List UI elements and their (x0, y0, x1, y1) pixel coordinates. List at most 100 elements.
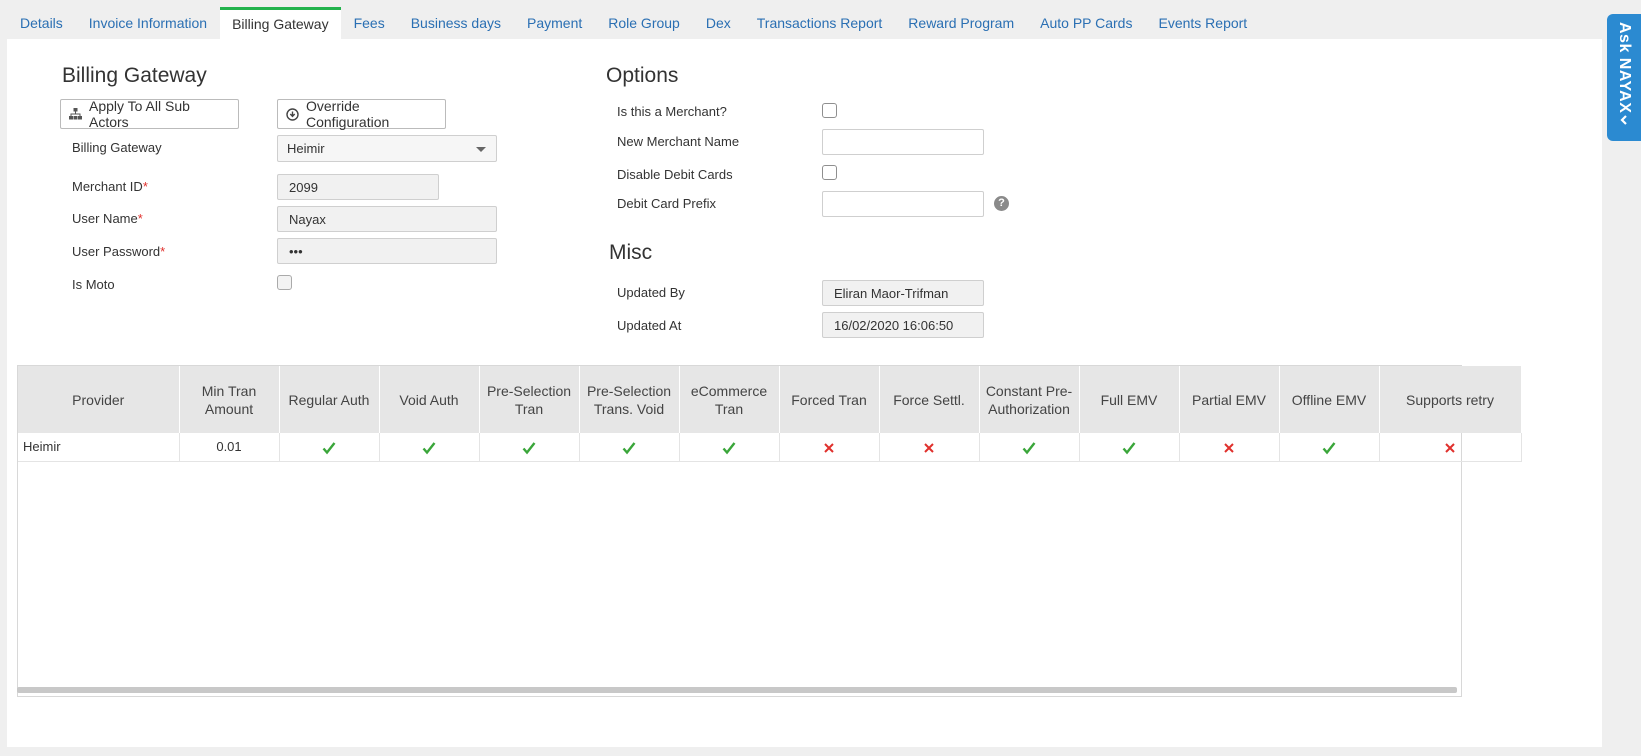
check-icon (722, 441, 736, 454)
table-header-row: Provider Min Tran Amount Regular Auth Vo… (18, 366, 1522, 433)
ask-nayax-tab[interactable]: Ask NAYAX (1607, 14, 1641, 141)
column-header-regular-auth[interactable]: Regular Auth (279, 366, 380, 433)
main-panel: Billing Gateway Apply To All Sub Actors … (7, 39, 1602, 747)
check-icon (1322, 441, 1336, 454)
column-header-pre-selection-tran[interactable]: Pre-Selection Tran (479, 366, 580, 433)
disable-debit-cards-checkbox[interactable] (822, 165, 837, 180)
flag-cell (479, 433, 580, 462)
column-header-partial-emv[interactable]: Partial EMV (1179, 366, 1280, 433)
check-icon (1122, 441, 1136, 454)
column-header-ecommerce-tran[interactable]: eCommerce Tran (679, 366, 780, 433)
column-header-min-tran-amount[interactable]: Min Tran Amount (179, 366, 280, 433)
merchant-id-field[interactable]: 2099 (277, 174, 439, 200)
tab-fees[interactable]: Fees (341, 7, 398, 39)
check-icon (622, 441, 636, 454)
column-header-supports-retry[interactable]: Supports retry (1379, 366, 1522, 433)
flag-cell (1379, 433, 1522, 462)
user-name-label: User Name* (72, 211, 143, 226)
tab-reward-program[interactable]: Reward Program (895, 7, 1027, 39)
tab-billing-gateway[interactable]: Billing Gateway (220, 7, 341, 39)
user-password-label-text: User Password (72, 244, 161, 259)
chevron-down-icon (476, 147, 486, 152)
merchant-id-label: Merchant ID* (72, 179, 148, 194)
required-mark: * (137, 211, 143, 226)
column-header-offline-emv[interactable]: Offline EMV (1279, 366, 1380, 433)
column-header-provider[interactable]: Provider (18, 366, 180, 433)
billing-gateway-select[interactable]: Heimir (277, 135, 497, 162)
flag-cell (279, 433, 380, 462)
flag-cell (579, 433, 680, 462)
apply-to-all-sub-actors-button[interactable]: Apply To All Sub Actors (60, 98, 239, 130)
hierarchy-icon (69, 108, 82, 121)
user-password-label: User Password* (72, 244, 165, 259)
download-circle-icon (286, 107, 299, 121)
required-mark: * (160, 244, 166, 259)
debit-card-prefix-field[interactable] (822, 191, 984, 217)
tab-dex[interactable]: Dex (693, 7, 744, 39)
provider-capabilities-table: Provider Min Tran Amount Regular Auth Vo… (17, 365, 1522, 697)
tab-role-group[interactable]: Role Group (595, 7, 693, 39)
is-merchant-checkbox[interactable] (822, 103, 837, 118)
column-header-void-auth[interactable]: Void Auth (379, 366, 480, 433)
flag-cell (1179, 433, 1280, 462)
billing-gateway-label: Billing Gateway (72, 140, 162, 155)
flag-cell (1279, 433, 1380, 462)
cross-icon (824, 442, 834, 453)
is-moto-checkbox[interactable] (277, 275, 292, 290)
check-icon (422, 441, 436, 454)
min-tran-amount-cell: 0.01 (179, 433, 280, 462)
column-header-pre-selection-trans-void[interactable]: Pre-Selection Trans. Void (579, 366, 680, 433)
flag-cell (1079, 433, 1180, 462)
override-configuration-label: Override Configuration (306, 98, 390, 130)
tab-auto-pp-cards[interactable]: Auto PP Cards (1027, 7, 1145, 39)
apply-to-all-sub-actors-label: Apply To All Sub Actors (89, 98, 190, 130)
override-configuration-button[interactable]: Override Configuration (277, 98, 446, 130)
flag-cell (979, 433, 1080, 462)
check-icon (322, 441, 336, 454)
table-row[interactable]: Heimir 0.01 (18, 433, 1522, 462)
misc-title: Misc (609, 241, 653, 264)
billing-gateway-title: Billing Gateway (62, 64, 207, 87)
help-icon[interactable]: ? (994, 196, 1009, 211)
user-name-label-text: User Name (72, 211, 138, 226)
tab-invoice-information[interactable]: Invoice Information (76, 7, 220, 39)
is-merchant-label: Is this a Merchant? (617, 104, 727, 119)
tab-transactions-report[interactable]: Transactions Report (744, 7, 896, 39)
cross-icon (1224, 442, 1234, 453)
is-moto-label: Is Moto (72, 277, 115, 292)
new-merchant-name-label: New Merchant Name (617, 134, 740, 149)
check-icon (522, 441, 536, 454)
check-icon (1022, 441, 1036, 454)
user-name-field[interactable]: Nayax (277, 206, 497, 232)
tab-bar: Details Invoice Information Billing Gate… (7, 7, 1260, 39)
updated-at-label: Updated At (617, 318, 682, 333)
tab-business-days[interactable]: Business days (398, 7, 514, 39)
debit-card-prefix-label: Debit Card Prefix (617, 196, 716, 211)
column-header-constant-pre-authorization[interactable]: Constant Pre-Authorization (979, 366, 1080, 433)
column-header-forced-tran[interactable]: Forced Tran (779, 366, 880, 433)
column-header-force-settl[interactable]: Force Settl. (879, 366, 980, 433)
merchant-id-label-text: Merchant ID (72, 179, 143, 194)
updated-by-label: Updated By (617, 285, 685, 300)
flag-cell (879, 433, 980, 462)
options-title: Options (606, 64, 679, 87)
updated-by-field: Eliran Maor-Trifman (822, 280, 984, 306)
tab-payment[interactable]: Payment (514, 7, 595, 39)
user-password-field[interactable]: ••• (277, 238, 497, 264)
horizontal-scrollbar[interactable] (17, 687, 1457, 693)
chevron-left-icon (1617, 113, 1631, 127)
new-merchant-name-field[interactable] (822, 129, 984, 155)
tab-events-report[interactable]: Events Report (1145, 7, 1260, 39)
required-mark: * (142, 179, 148, 194)
disable-debit-cards-label: Disable Debit Cards (617, 167, 733, 182)
updated-at-field: 16/02/2020 16:06:50 (822, 312, 984, 338)
provider-cell: Heimir (18, 433, 180, 462)
flag-cell (379, 433, 480, 462)
ask-nayax-label: Ask NAYAX (1616, 22, 1633, 114)
flag-cell (679, 433, 780, 462)
tab-details[interactable]: Details (7, 7, 76, 39)
billing-gateway-selected-value: Heimir (287, 141, 325, 156)
cross-icon (1445, 442, 1455, 453)
column-header-full-emv[interactable]: Full EMV (1079, 366, 1180, 433)
flag-cell (779, 433, 880, 462)
